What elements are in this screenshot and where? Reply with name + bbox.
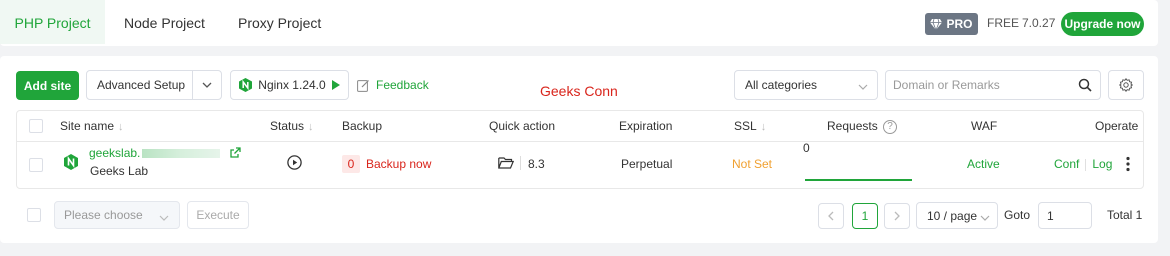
sites-table: Site name ↓ Status ↓ Backup Quick action E… — [16, 110, 1144, 189]
feedback-label: Feedback — [376, 78, 429, 92]
play-icon — [331, 80, 340, 90]
sort-icon: ↓ — [118, 121, 124, 133]
execute-button[interactable]: Execute — [187, 201, 249, 229]
add-site-button[interactable]: Add site — [16, 71, 79, 100]
ssl-label: SSL — [734, 119, 757, 133]
column-header-ssl[interactable]: SSL ↓ — [734, 111, 766, 142]
search-placeholder: Domain or Remarks — [893, 78, 1000, 92]
chevron-right-icon — [894, 211, 900, 221]
settings-button[interactable] — [1108, 70, 1144, 100]
pro-label: PRO — [946, 17, 973, 31]
site-name-cell[interactable]: geekslab. — [89, 146, 241, 160]
total-count: Total 1 — [1107, 208, 1143, 222]
batch-action-select[interactable]: Please choose — [54, 201, 180, 229]
expiration-value[interactable]: Perpetual — [621, 157, 672, 171]
brand-watermark-text: Geeks Conn — [540, 83, 618, 99]
chevron-down-icon[interactable] — [193, 82, 221, 88]
conf-link[interactable]: Conf — [1054, 157, 1079, 171]
ssl-status[interactable]: Not Set — [732, 157, 772, 171]
select-all-footer-checkbox[interactable] — [27, 208, 41, 222]
requests-count: 0 — [803, 141, 810, 155]
row-checkbox[interactable] — [29, 158, 43, 172]
edit-icon — [357, 79, 369, 92]
tab-php-project[interactable]: PHP Project — [0, 0, 105, 44]
waf-status[interactable]: Active — [967, 157, 1000, 171]
nginx-icon — [64, 154, 78, 170]
previous-page-button[interactable] — [818, 203, 844, 229]
sort-icon: ↓ — [308, 121, 314, 133]
project-tabs-bar: PHP Project Node Project Proxy Project P… — [0, 0, 1158, 46]
pro-badge[interactable]: PRO — [925, 13, 978, 35]
category-value: All categories — [745, 78, 818, 92]
nginx-service-button[interactable]: Nginx 1.24.0 — [230, 70, 349, 100]
folder-icon[interactable] — [498, 157, 514, 169]
status-label: Status — [270, 119, 305, 133]
goto-label: Goto — [1004, 208, 1031, 222]
column-header-waf: WAF — [971, 119, 998, 133]
page-number-button[interactable]: 1 — [852, 203, 878, 229]
select-all-checkbox[interactable] — [29, 119, 43, 133]
requests-label: Requests — [827, 119, 878, 133]
site-list-panel: Add site Advanced Setup Nginx 1.24.0 Fee… — [0, 56, 1158, 243]
upgrade-now-button[interactable]: Upgrade now — [1061, 12, 1144, 36]
chevron-down-icon — [159, 210, 169, 224]
search-input[interactable]: Domain or Remarks — [885, 70, 1101, 100]
php-version[interactable]: 8.3 — [528, 157, 545, 171]
gear-icon — [1119, 78, 1133, 92]
diamond-icon — [930, 18, 943, 30]
chevron-down-icon — [858, 79, 868, 93]
backup-now-link[interactable]: Backup now — [366, 157, 431, 171]
external-link-icon[interactable] — [230, 147, 241, 158]
category-select[interactable]: All categories — [734, 70, 878, 100]
play-circle-icon[interactable] — [287, 155, 302, 170]
requests-sparkline — [805, 179, 912, 181]
site-name-label: Site name — [60, 119, 115, 133]
batch-action-placeholder: Please choose — [64, 208, 143, 222]
tab-proxy-project[interactable]: Proxy Project — [238, 0, 321, 44]
divider — [1085, 158, 1087, 171]
backup-count-badge: 0 — [342, 155, 360, 173]
sort-icon: ↓ — [760, 121, 767, 133]
operate-cell: Conf Log — [1054, 157, 1112, 171]
more-options-icon[interactable] — [1126, 156, 1130, 172]
column-header-operate: Operate — [1095, 119, 1139, 133]
log-link[interactable]: Log — [1092, 157, 1112, 171]
feedback-link[interactable]: Feedback — [357, 78, 429, 92]
divider — [520, 156, 521, 170]
column-header-backup: Backup — [342, 119, 383, 133]
help-icon[interactable]: ? — [883, 119, 898, 134]
tab-node-project[interactable]: Node Project — [124, 0, 205, 44]
next-page-button[interactable] — [884, 203, 910, 229]
column-header-site-name[interactable]: Site name ↓ — [60, 111, 124, 142]
nginx-icon — [239, 78, 253, 92]
column-header-quick-action: Quick action — [489, 119, 556, 133]
table-header: Site name ↓ Status ↓ Backup Quick action E… — [17, 111, 1143, 142]
column-header-requests: Requests ? — [827, 111, 898, 142]
page-size-select[interactable]: 10 / page — [916, 202, 998, 229]
site-remark[interactable]: Geeks Lab — [90, 164, 148, 178]
search-icon[interactable] — [1078, 78, 1092, 95]
site-domain-link[interactable]: geekslab. — [89, 146, 140, 160]
free-label: FREE — [987, 16, 1020, 30]
redacted-domain — [142, 149, 221, 159]
nginx-version-label: Nginx 1.24.0 — [258, 78, 326, 92]
goto-page-input[interactable] — [1038, 202, 1092, 229]
advanced-setup-dropdown[interactable]: Advanced Setup — [86, 70, 222, 100]
table-row: geekslab. Geeks Lab 0 Backup now 8.3 Perp… — [17, 141, 1143, 188]
page-size-value: 10 / page — [927, 208, 978, 223]
column-header-status[interactable]: Status ↓ — [270, 111, 314, 142]
chevron-down-icon — [980, 210, 990, 224]
version-number[interactable]: 7.0.27 — [1022, 16, 1055, 30]
backup-cell[interactable]: 0 Backup now — [342, 155, 431, 173]
chevron-left-icon — [828, 211, 834, 221]
advanced-setup-label: Advanced Setup — [97, 78, 186, 92]
column-header-expiration: Expiration — [619, 119, 673, 133]
